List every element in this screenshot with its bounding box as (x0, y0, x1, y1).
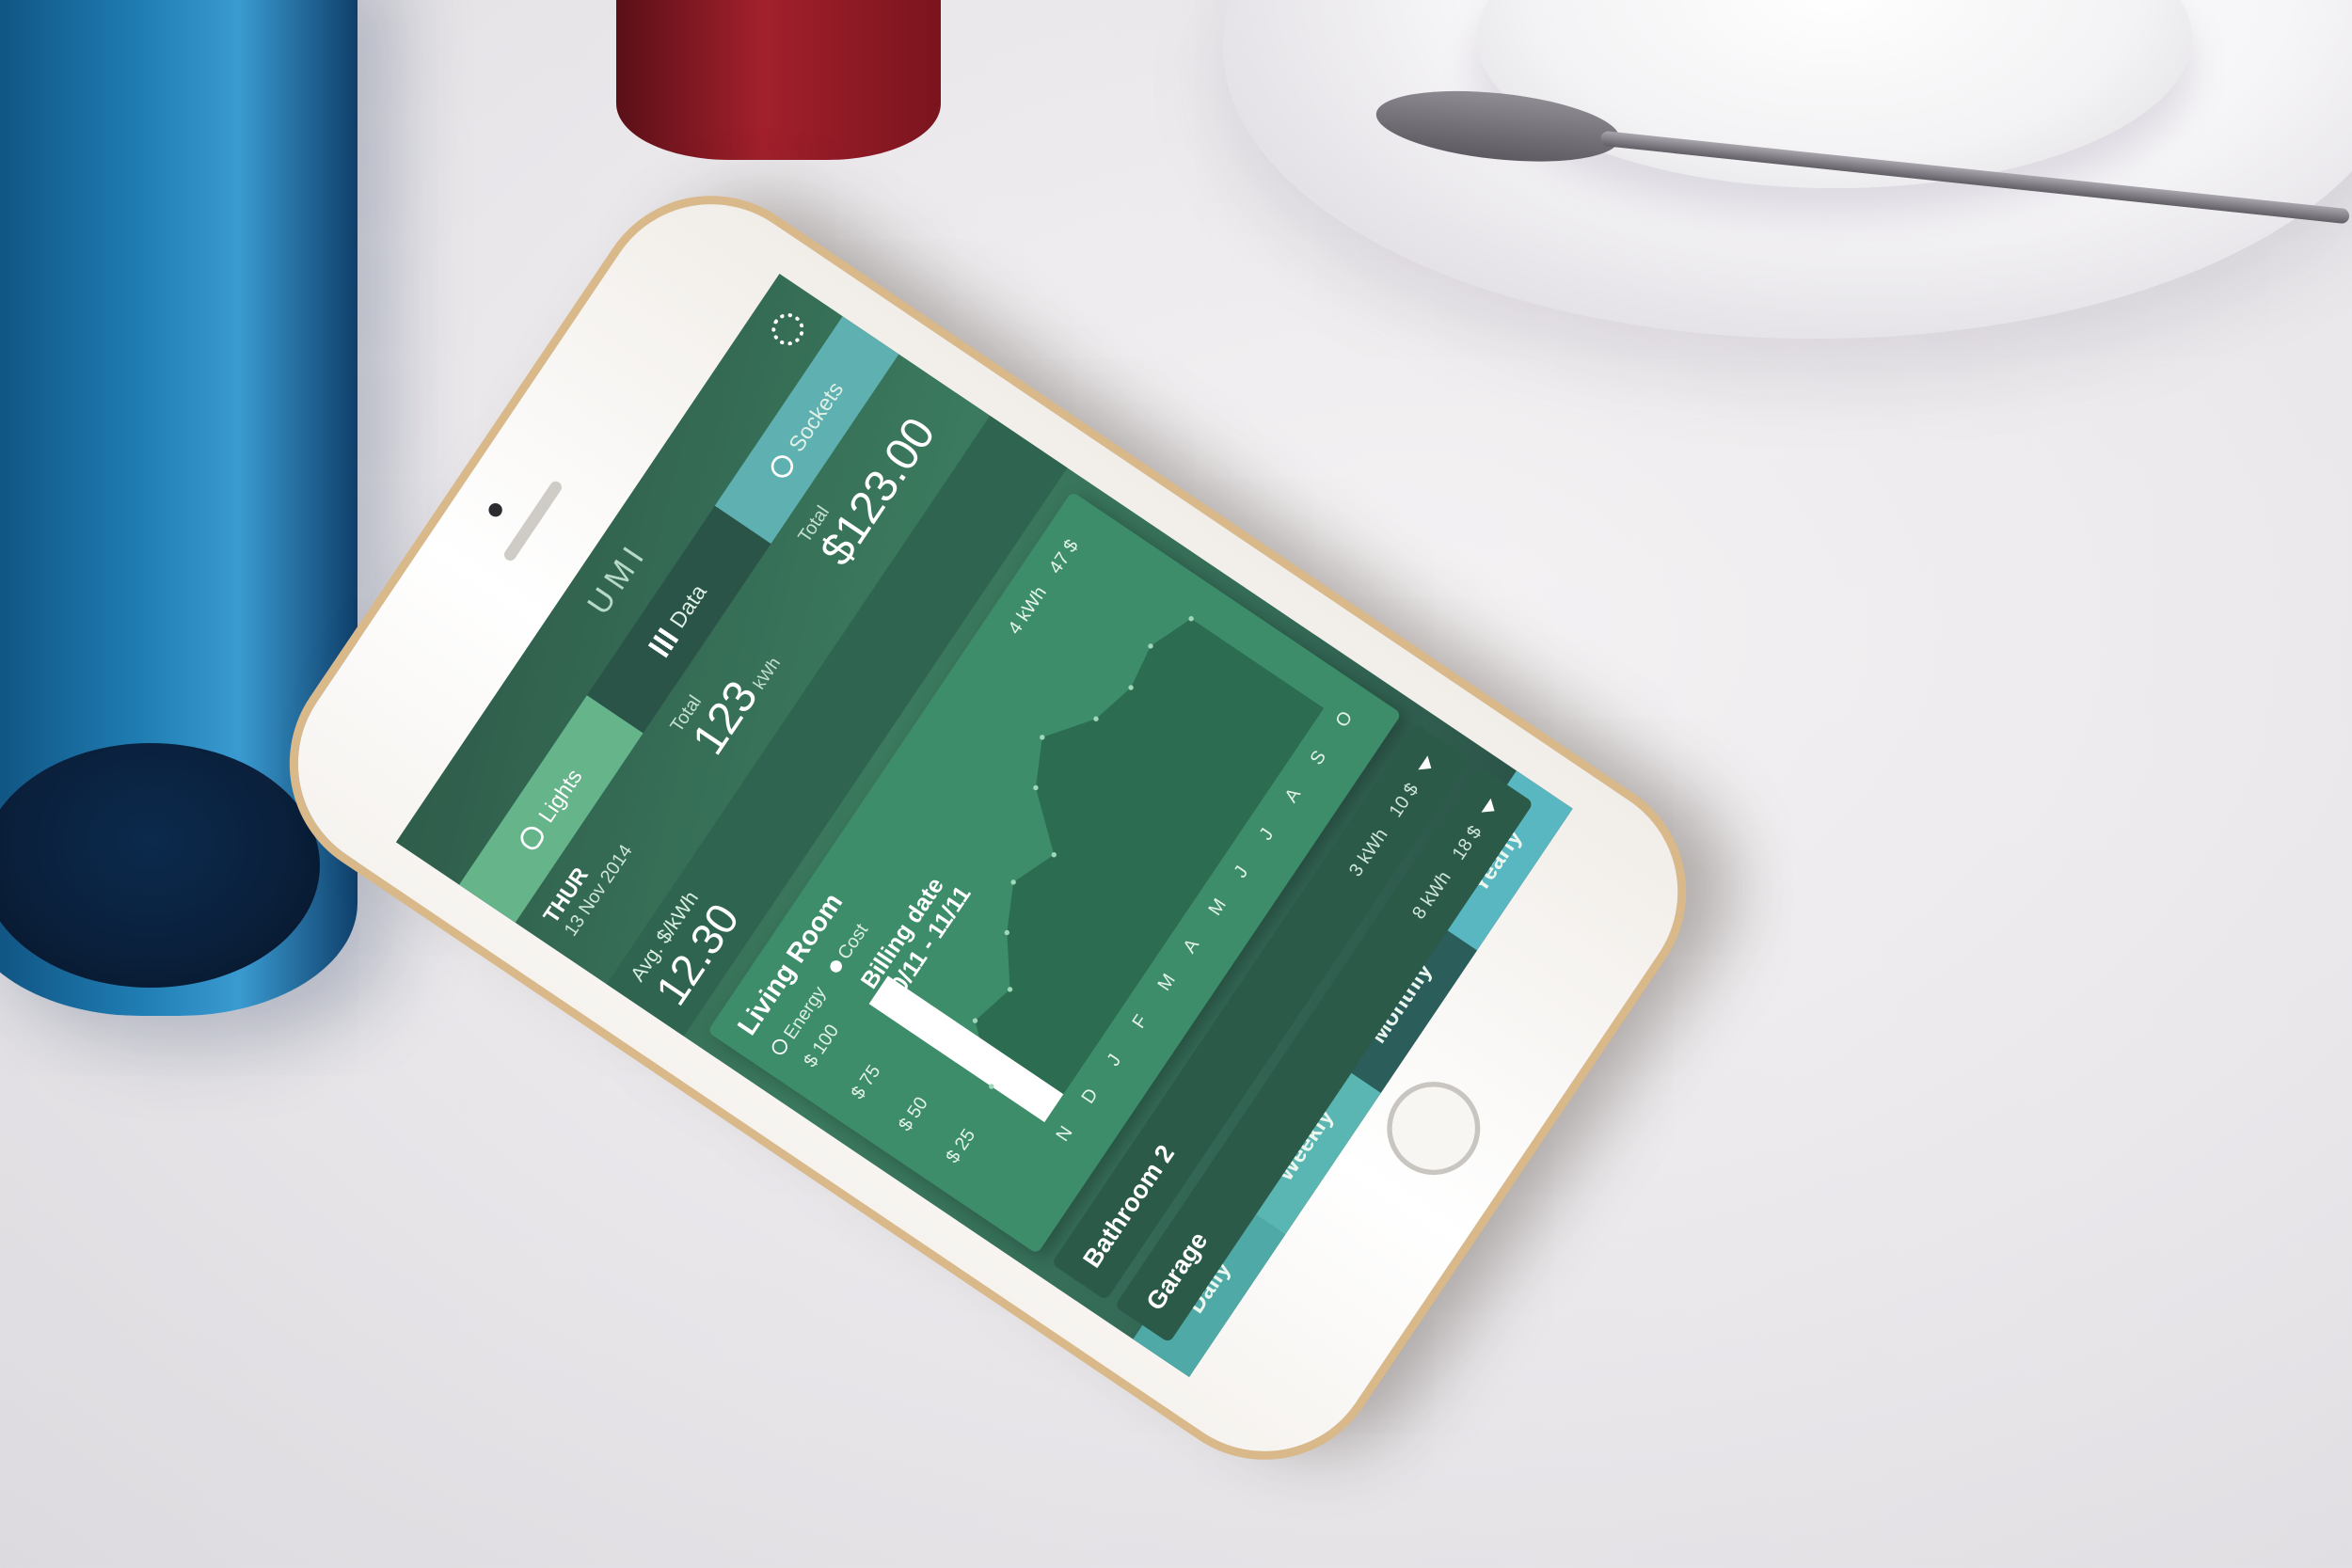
blue-glass (0, 0, 358, 1016)
room-row-cost: 10 $ (1384, 779, 1422, 821)
x-tick-label: J (1255, 825, 1278, 845)
x-tick-label: D (1077, 1085, 1102, 1107)
x-tick-label: N (1052, 1122, 1076, 1145)
x-tick-label: M (1204, 895, 1230, 919)
bar-chart-icon (647, 627, 679, 658)
chevron-down-icon[interactable] (1481, 798, 1500, 818)
speaker-grille (501, 479, 564, 563)
y-tick-label: $ 75 (848, 1061, 885, 1102)
cost-radio-icon (827, 958, 845, 975)
phone: UMI Lights Data Sockets THUR 13 Nov 2014… (255, 161, 1721, 1495)
y-tick-label: $ 50 (895, 1093, 932, 1134)
x-tick-label: O (1331, 707, 1357, 731)
red-glass (616, 0, 941, 160)
energy-radio-icon (769, 1036, 791, 1058)
chevron-up-icon[interactable] (1076, 518, 1094, 531)
room-row-kwh: 3 kWh (1344, 824, 1392, 880)
x-tick-label: F (1128, 1011, 1152, 1032)
home-button[interactable] (1369, 1063, 1499, 1194)
x-tick-label: J (1103, 1051, 1125, 1070)
total-kwh-unit: kWh (750, 654, 785, 693)
tab-data-label: Data (663, 579, 711, 633)
tab-lights-label: Lights (532, 764, 587, 828)
x-tick-label: S (1306, 747, 1330, 768)
socket-icon (767, 451, 798, 483)
y-tick-label: $ 25 (942, 1125, 979, 1166)
x-tick-label: M (1153, 970, 1179, 994)
glass-base (0, 743, 320, 988)
x-tick-label: A (1179, 934, 1203, 957)
front-camera (485, 500, 505, 520)
x-tick-label: J (1230, 863, 1252, 882)
bulb-icon (516, 822, 548, 853)
room-row-cost: 18 $ (1447, 821, 1486, 864)
app-screen: UMI Lights Data Sockets THUR 13 Nov 2014… (395, 273, 1573, 1378)
room-row-kwh: 8 kWh (1407, 866, 1455, 924)
room-cost: 47 $ (1044, 535, 1083, 578)
x-tick-label: A (1280, 784, 1305, 806)
room-kwh: 4 kWh (1003, 582, 1051, 639)
chevron-down-icon[interactable] (1418, 755, 1437, 776)
